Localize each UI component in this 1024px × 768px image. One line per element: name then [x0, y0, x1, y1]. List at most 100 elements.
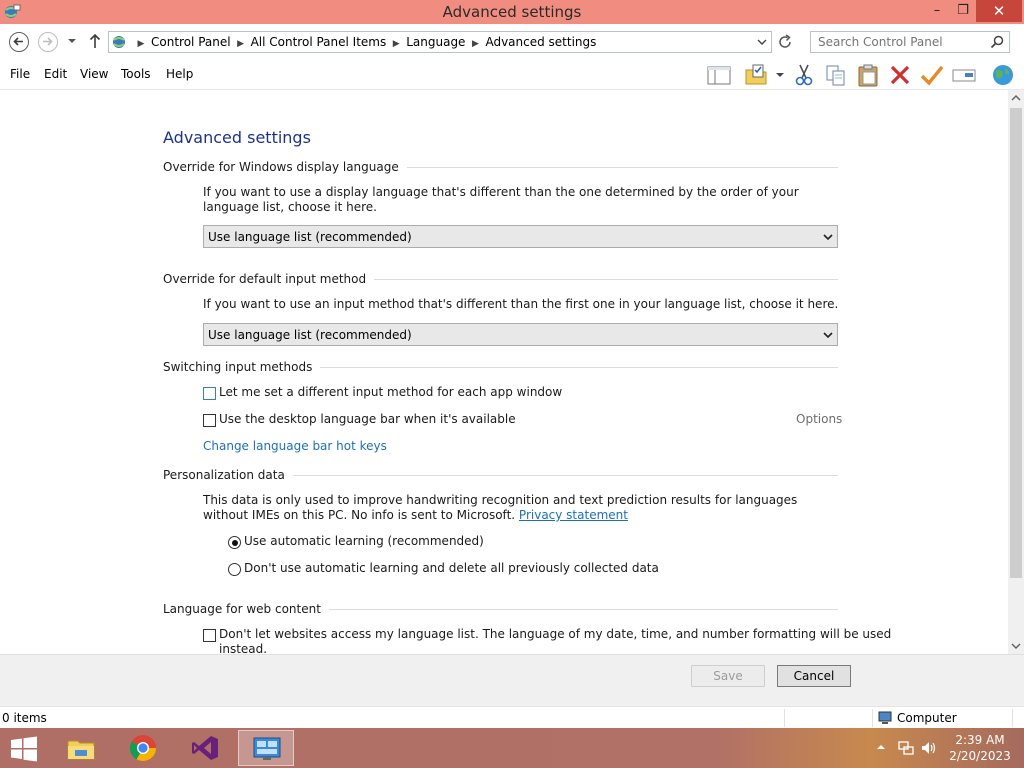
language-bar-options-link[interactable]: Options: [796, 412, 842, 426]
personalization-description-text: This data is only used to improve handwr…: [203, 493, 798, 522]
scroll-up-arrow-icon[interactable]: [1008, 90, 1024, 106]
copy-icon[interactable]: [823, 62, 849, 88]
no-auto-learning-radio[interactable]: [228, 563, 241, 576]
maximize-button[interactable]: ❐: [950, 0, 976, 22]
visual-studio-icon: [192, 736, 218, 760]
item-count: 0 items: [2, 711, 47, 725]
checkmark-icon[interactable]: [919, 62, 945, 88]
control-panel-icon: [253, 737, 281, 760]
display-language-select[interactable]: Use language list (recommended): [203, 225, 838, 248]
web-content-section-title: Language for web content: [163, 602, 329, 616]
breadcrumb-language[interactable]: Language: [404, 35, 467, 49]
vertical-scrollbar[interactable]: [1008, 90, 1024, 654]
forward-button[interactable]: [38, 32, 58, 52]
menu-edit[interactable]: Edit: [44, 67, 67, 81]
input-method-description: If you want to use an input method that'…: [203, 297, 839, 311]
clock-time: 2:39 AM: [955, 733, 1005, 747]
status-divider: [784, 709, 785, 727]
zone-label: Computer: [897, 711, 957, 725]
menu-tools[interactable]: Tools: [121, 67, 151, 81]
search-input[interactable]: [811, 32, 987, 52]
folder-properties-icon[interactable]: [743, 62, 769, 88]
input-method-selected-value: Use language list (recommended): [208, 328, 412, 342]
delete-icon[interactable]: [887, 62, 913, 88]
change-hotkeys-link[interactable]: Change language bar hot keys: [203, 439, 387, 453]
taskbar: 2:39 AM 2/20/2023: [0, 728, 1024, 768]
search-icon[interactable]: [990, 35, 1004, 49]
menu-view[interactable]: View: [80, 67, 108, 81]
paste-icon[interactable]: [855, 62, 881, 88]
cancel-button[interactable]: Cancel: [777, 665, 851, 687]
dialog-button-bar: Save Cancel: [0, 654, 1024, 706]
breadcrumb-separator-icon[interactable]: ▶: [133, 39, 149, 49]
page-title: Advanced settings: [163, 128, 311, 147]
breadcrumb-advanced-settings[interactable]: Advanced settings: [483, 35, 598, 49]
breadcrumb-separator-icon[interactable]: ▶: [467, 39, 483, 49]
breadcrumb-separator-icon[interactable]: ▶: [233, 39, 249, 49]
computer-icon: [878, 711, 892, 724]
globe-icon[interactable]: [990, 62, 1016, 88]
breadcrumb-all-items[interactable]: All Control Panel Items: [249, 35, 389, 49]
minimize-button[interactable]: –: [924, 0, 950, 22]
forward-arrow-icon: [43, 37, 53, 46]
language-bar-label[interactable]: Use the desktop language bar when it's a…: [219, 412, 516, 427]
window-title: Advanced settings: [442, 3, 582, 21]
taskbar-chrome[interactable]: [115, 730, 171, 766]
privacy-statement-link[interactable]: Privacy statement: [519, 508, 628, 522]
breadcrumb: ▶ Control Panel ▶ All Control Panel Items ▶ L…: [133, 35, 598, 49]
breadcrumb-control-panel[interactable]: Control Panel: [149, 35, 233, 49]
per-app-input-label[interactable]: Let me set a different input method for …: [219, 385, 562, 400]
taskbar-control-panel[interactable]: [238, 730, 294, 766]
taskbar-file-explorer[interactable]: [53, 730, 109, 766]
auto-learning-label[interactable]: Use automatic learning (recommended): [244, 534, 484, 548]
radio-selected-dot: [231, 539, 238, 546]
no-auto-learning-label[interactable]: Don't use automatic learning and delete …: [244, 561, 659, 575]
address-bar[interactable]: ▶ Control Panel ▶ All Control Panel Items ▶ L…: [108, 31, 772, 53]
search-box[interactable]: [810, 31, 1010, 53]
web-language-list-checkbox[interactable]: [203, 629, 216, 642]
layout-pane-icon[interactable]: [706, 62, 732, 88]
network-icon[interactable]: [897, 739, 915, 757]
chevron-down-icon: [823, 234, 833, 241]
refresh-icon[interactable]: [776, 32, 794, 52]
menu-bar: File Edit View Tools Help: [0, 60, 1024, 90]
up-arrow-icon[interactable]: [88, 33, 102, 49]
language-bar-checkbox[interactable]: [203, 414, 216, 427]
taskbar-clock[interactable]: 2:39 AM 2/20/2023: [944, 732, 1016, 764]
display-language-selected-value: Use language list (recommended): [208, 230, 412, 244]
windows-start-icon[interactable]: [10, 736, 38, 762]
control-panel-location-icon: [113, 36, 125, 48]
auto-learning-radio[interactable]: [228, 536, 241, 549]
address-row: ▶ Control Panel ▶ All Control Panel Items ▶ L…: [0, 24, 1024, 60]
recent-locations-chevron-icon[interactable]: [66, 34, 78, 48]
status-bar: 0 items Computer: [0, 706, 1024, 728]
volume-icon[interactable]: [920, 739, 938, 757]
cut-icon[interactable]: [791, 62, 817, 88]
file-explorer-icon: [67, 740, 95, 760]
web-language-list-label-line2: instead.: [219, 642, 268, 654]
scroll-down-arrow-icon[interactable]: [1008, 638, 1024, 654]
back-arrow-icon: [13, 37, 23, 46]
web-language-list-label-line1: Don't let websites access my language li…: [219, 627, 892, 641]
menu-file[interactable]: File: [10, 67, 30, 81]
back-button[interactable]: [9, 32, 29, 52]
clock-date: 2/20/2023: [949, 749, 1011, 763]
dropdown-arrow-icon[interactable]: [773, 62, 787, 88]
save-button[interactable]: Save: [691, 665, 765, 687]
chrome-icon: [129, 735, 157, 762]
chevron-down-icon: [823, 332, 833, 339]
web-language-list-label[interactable]: Don't let websites access my language li…: [219, 627, 891, 654]
title-bar: Advanced settings – ❐ ✕: [0, 0, 1024, 24]
display-language-description: If you want to use a display language th…: [203, 185, 799, 214]
show-hidden-icons-arrow-icon[interactable]: [876, 742, 886, 752]
breadcrumb-separator-icon[interactable]: ▶: [388, 39, 404, 49]
taskbar-visual-studio[interactable]: [177, 730, 233, 766]
per-app-input-checkbox[interactable]: [203, 387, 216, 400]
input-method-select[interactable]: Use language list (recommended): [203, 323, 838, 346]
menu-help[interactable]: Help: [166, 67, 193, 81]
personalization-section-title: Personalization data: [163, 468, 293, 482]
address-history-chevron-icon[interactable]: [757, 35, 767, 49]
scrollbar-thumb[interactable]: [1010, 108, 1022, 578]
rename-icon[interactable]: [951, 62, 977, 88]
close-button[interactable]: ✕: [976, 0, 1022, 22]
